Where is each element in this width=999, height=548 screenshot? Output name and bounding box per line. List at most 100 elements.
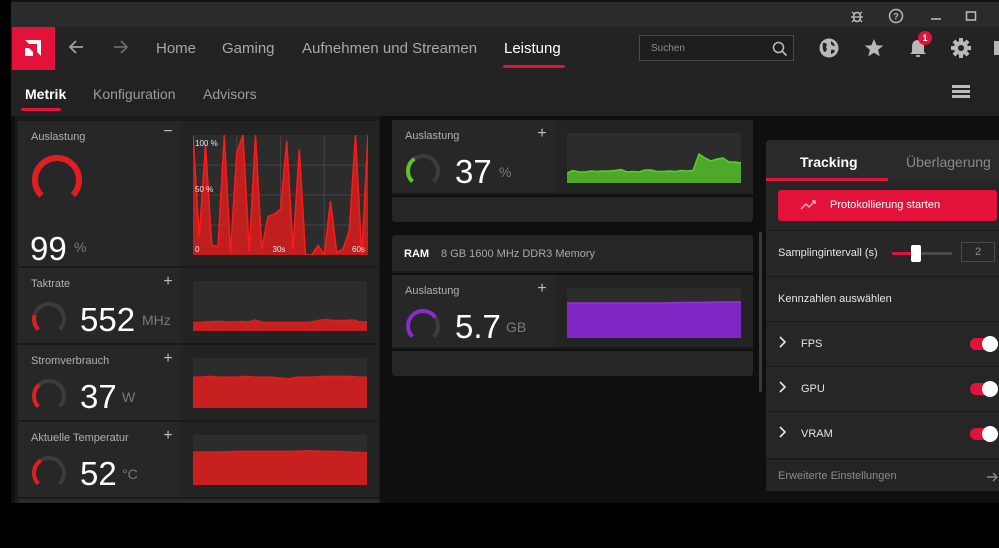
minimize-icon[interactable] (928, 8, 944, 24)
gauge-icon (32, 456, 66, 486)
gpu-power-card: Stromverbrauch + 37 W (18, 345, 379, 420)
metric-title: Auslastung (405, 130, 460, 142)
tracking-panel: Tracking Überlagerung Protokollierung st… (766, 140, 999, 491)
metric-unit: GB (506, 319, 527, 335)
chart-area (193, 376, 367, 408)
arrow-right-icon[interactable] (112, 37, 130, 63)
metric-row-fps[interactable]: FPS (766, 321, 999, 366)
gpu-clock-chart (193, 281, 367, 331)
sampling-label: Samplingintervall (s) (778, 247, 878, 259)
metric-unit: °C (122, 466, 138, 482)
main-nav: Home Gaming Aufnehmen und Streamen Leist… (11, 27, 999, 70)
nav-performance[interactable]: Leistung (504, 40, 561, 57)
app-window: ? Home Gaming Aufnehmen und Streamen Lei… (11, 0, 999, 503)
metric-title: Auslastung (31, 131, 86, 143)
y-label-100: 100 % (195, 139, 218, 148)
metric-title: Taktrate (31, 278, 71, 290)
chevron-right-icon[interactable] (778, 336, 787, 351)
x-label-60s: 60s (352, 245, 365, 254)
ram-usage-chart (567, 288, 741, 338)
tab-metrics[interactable]: Metrik (25, 86, 66, 102)
metric-value: 99 (30, 230, 67, 267)
metric-title: Auslastung (405, 285, 460, 297)
gauge-fill (406, 157, 416, 184)
nav-home[interactable]: Home (156, 40, 196, 57)
metric-title: Aktuelle Temperatur (31, 432, 129, 444)
metrics-heading-row: Kennzahlen auswählen (766, 276, 999, 321)
nav-gaming[interactable]: Gaming (222, 40, 275, 57)
ram-label: RAM (404, 248, 430, 260)
chevron-right-icon[interactable] (778, 426, 787, 441)
arrow-left-icon[interactable] (67, 37, 85, 63)
nav-record-stream[interactable]: Aufnehmen und Streamen (302, 40, 477, 57)
help-icon[interactable]: ? (888, 8, 904, 24)
gauge-fill (32, 314, 40, 332)
vram-toggle[interactable] (970, 426, 998, 442)
sampling-value-input[interactable]: 2 (961, 242, 995, 262)
sampling-slider[interactable] (892, 245, 952, 262)
globe-icon[interactable] (818, 37, 840, 59)
metric-value: 52 (80, 455, 117, 492)
bug-report-icon[interactable] (849, 8, 865, 24)
chevron-right-icon[interactable] (778, 381, 787, 396)
gauge-icon (32, 379, 66, 409)
gpu-temperature-card: Aktuelle Temperatur + 52 °C (18, 422, 379, 497)
y-label-50: 50 % (195, 185, 213, 194)
profile-icon[interactable] (994, 41, 999, 55)
rtab-active-indicator (766, 178, 888, 181)
metric-row-gpu[interactable]: GPU (766, 366, 999, 411)
metric-value: 37 (80, 378, 117, 415)
gauge-icon (406, 154, 440, 184)
ram-panel-footer (392, 351, 753, 376)
fps-toggle[interactable] (970, 336, 998, 352)
x-label-30s: 30s (273, 245, 286, 254)
collapse-button[interactable]: − (161, 123, 175, 141)
trend-up-icon (800, 199, 818, 214)
gpu-power-chart (193, 358, 367, 408)
star-icon[interactable] (863, 37, 885, 59)
svg-text:?: ? (893, 12, 899, 22)
gauge-icon (406, 309, 440, 339)
search-input[interactable] (640, 36, 765, 60)
advanced-settings-row[interactable]: Erweiterte Einstellungen (766, 458, 999, 491)
slider-thumb[interactable] (911, 245, 921, 262)
scrollbar[interactable] (759, 232, 762, 392)
metric-value: 5.7 (455, 308, 501, 345)
tab-advisors[interactable]: Advisors (203, 86, 257, 102)
amd-logo[interactable] (12, 27, 55, 70)
advanced-settings-link[interactable]: Erweiterte Einstellungen (778, 470, 897, 482)
add-button[interactable]: + (535, 280, 549, 298)
add-button[interactable]: + (161, 350, 175, 368)
gauge-icon (32, 302, 66, 332)
arrow-right-icon[interactable] (986, 470, 998, 488)
nav-active-indicator (503, 65, 565, 68)
chart-area (567, 302, 741, 338)
tab-tracking[interactable]: Tracking (800, 154, 858, 170)
notification-badge: 1 (918, 31, 932, 45)
sub-tabs: Metrik Konfiguration Advisors (11, 70, 999, 116)
metric-value: 37 (455, 153, 492, 190)
gear-icon[interactable] (950, 37, 972, 59)
gpu-next-card-edge (18, 499, 379, 503)
search-icon[interactable] (772, 41, 788, 62)
metric-label: FPS (801, 338, 823, 350)
gauge-fill (32, 155, 82, 198)
gauge-fill (406, 309, 437, 339)
add-button[interactable]: + (535, 125, 549, 143)
add-button[interactable]: + (161, 273, 175, 291)
metric-value: 552 (80, 301, 136, 338)
maximize-icon[interactable] (963, 8, 979, 24)
gauge-fill (32, 458, 43, 486)
start-logging-button[interactable]: Protokollierung starten (778, 190, 997, 221)
cpu-usage-card: Auslastung + 37 % (392, 120, 753, 195)
add-button[interactable]: + (161, 427, 175, 445)
search-box[interactable] (639, 35, 794, 61)
list-view-icon[interactable] (952, 85, 970, 99)
tab-configuration[interactable]: Konfiguration (93, 86, 176, 102)
metric-row-vram[interactable]: VRAM (766, 411, 999, 457)
metric-title: Stromverbrauch (31, 355, 110, 367)
metric-unit: MHz (142, 312, 171, 328)
tab-overlay[interactable]: Überlagerung (906, 154, 991, 170)
gpu-toggle[interactable] (970, 381, 998, 397)
metric-label: VRAM (801, 428, 833, 440)
